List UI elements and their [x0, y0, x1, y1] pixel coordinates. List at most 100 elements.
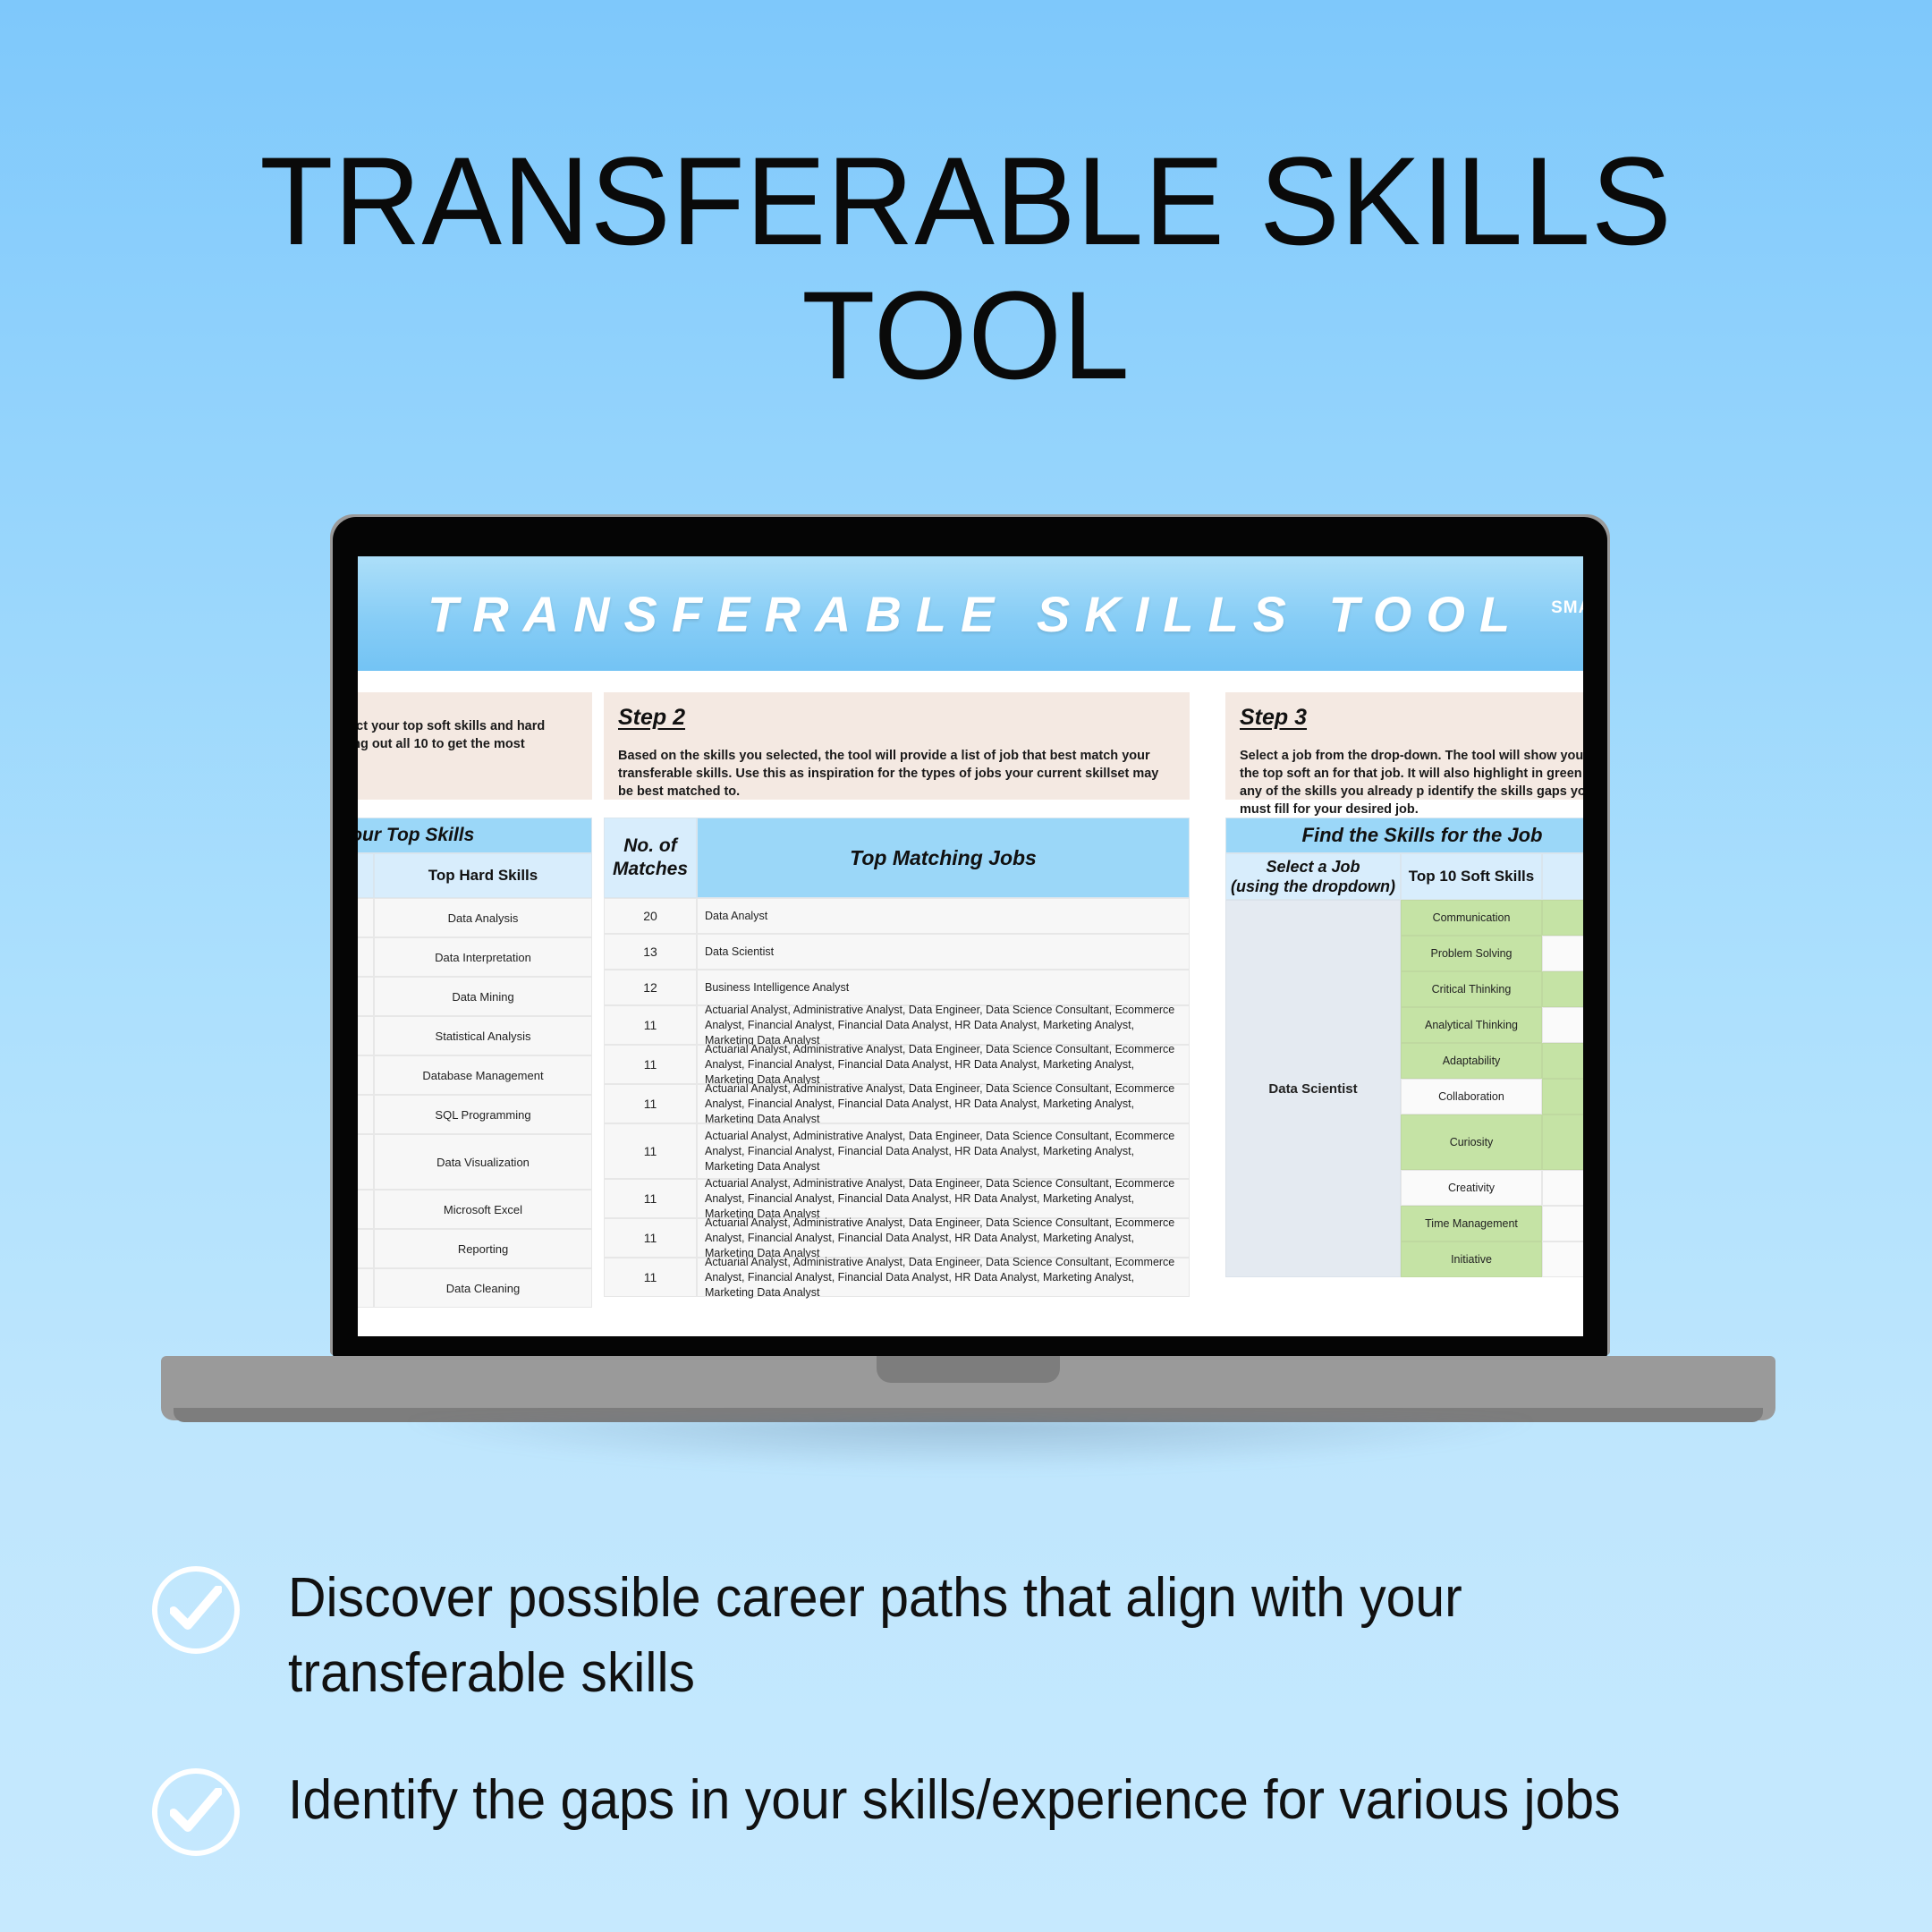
- table-row[interactable]: 11 Actuarial Analyst, Administrative Anal…: [604, 1216, 1190, 1259]
- your-top-skills-band: Your Top Skills: [358, 818, 592, 853]
- table-row[interactable]: Data Analysis: [358, 898, 592, 937]
- hard-skill-cell[interactable]: Reporting: [374, 1229, 592, 1268]
- match-count-cell: 20: [604, 898, 697, 934]
- table-row[interactable]: SQL Programming: [358, 1095, 592, 1134]
- step-2-heading: Step 2: [618, 705, 686, 730]
- feature-bullet: Identify the gaps in your skills/experie…: [152, 1763, 1852, 1856]
- hard-skill-cell[interactable]: Database Management: [374, 1055, 592, 1095]
- soft-skill-cell: Communication: [1401, 900, 1542, 936]
- soft-skill-cell: Analytical Thinking: [1401, 1007, 1542, 1043]
- table-row[interactable]: 11 Actuarial Analyst, Administrative Anal…: [604, 1043, 1190, 1086]
- soft-skill-extra-cell: [1542, 900, 1583, 936]
- row-index-cell: [358, 1190, 374, 1229]
- match-count-cell: 11: [604, 1218, 697, 1258]
- feature-bullet-text: Discover possible career paths that alig…: [288, 1567, 1462, 1704]
- table-row[interactable]: Statistical Analysis: [358, 1016, 592, 1055]
- table-row[interactable]: 11 Actuarial Analyst, Administrative Anal…: [604, 1256, 1190, 1299]
- match-count-cell: 11: [604, 1084, 697, 1123]
- row-index-cell: [358, 937, 374, 977]
- table-row[interactable]: 11 Actuarial Analyst, Administrative Anal…: [604, 1082, 1190, 1125]
- matching-jobs-cell: Actuarial Analyst, Administrative Analys…: [697, 1082, 1190, 1125]
- check-icon: [152, 1566, 240, 1654]
- laptop-shadow: [394, 1419, 1547, 1472]
- spreadsheet-banner: TRANSFERABLE SKILLS TOOL SMART: [358, 556, 1583, 671]
- page-title: TRANSFERABLE SKILLS TOOL: [0, 134, 1932, 402]
- soft-skill-extra-cell: [1542, 971, 1583, 1007]
- soft-skill-extra-cell: [1542, 1079, 1583, 1114]
- hard-skill-cell[interactable]: SQL Programming: [374, 1095, 592, 1134]
- table-row[interactable]: Data Mining: [358, 977, 592, 1016]
- row-index-cell: [358, 898, 374, 937]
- match-count-cell: 12: [604, 970, 697, 1005]
- soft-skill-cell: Collaboration: [1401, 1079, 1542, 1114]
- table-row[interactable]: 20 Data Analyst: [604, 898, 1190, 934]
- step-3-body: Select a job from the drop-down. The too…: [1240, 749, 1583, 817]
- match-count-cell: 11: [604, 1045, 697, 1084]
- find-skills-for-job-table: Find the Skills for the Job Select a Job…: [1225, 818, 1583, 1277]
- laptop-mockup: TRANSFERABLE SKILLS TOOL SMART elect you…: [161, 517, 1775, 1472]
- table-row[interactable]: Microsoft Excel: [358, 1190, 592, 1229]
- matching-jobs-cell: Actuarial Analyst, Administrative Analys…: [697, 1256, 1190, 1299]
- hard-skill-cell[interactable]: Data Analysis: [374, 898, 592, 937]
- find-skills-body: Data Scientist Communication Problem Solv…: [1225, 900, 1583, 1277]
- hard-skill-cell[interactable]: Statistical Analysis: [374, 1016, 592, 1055]
- hard-skill-cell[interactable]: Data Mining: [374, 977, 592, 1016]
- step-3-heading: Step 3: [1240, 705, 1308, 730]
- row-index-cell: [358, 1016, 374, 1055]
- table-row[interactable]: 11 Actuarial Analyst, Administrative Anal…: [604, 1123, 1190, 1179]
- table-row[interactable]: Data Visualization: [358, 1134, 592, 1190]
- top-hard-skills-header: Top Hard Skills: [374, 853, 592, 898]
- soft-skills-extra-column-header: [1542, 853, 1583, 900]
- row-index-cell: [358, 1134, 374, 1190]
- steps-instruction-row: elect your top soft skills and hard illi…: [358, 692, 1583, 817]
- soft-skill-cell: Curiosity: [1401, 1114, 1542, 1170]
- page-title-line-1: TRANSFERABLE SKILLS: [259, 131, 1673, 271]
- hard-skill-cell[interactable]: Data Visualization: [374, 1134, 592, 1190]
- table-row[interactable]: 11 Actuarial Analyst, Administrative Anal…: [604, 1004, 1190, 1046]
- your-top-skills-header-row: Top Hard Skills: [358, 853, 592, 898]
- selected-job-dropdown-value[interactable]: Data Scientist: [1225, 900, 1401, 1277]
- soft-skill-extra-cell: [1542, 1206, 1583, 1241]
- step-1-box: elect your top soft skills and hard illi…: [358, 692, 592, 800]
- hard-skill-cell[interactable]: Data Cleaning: [374, 1268, 592, 1308]
- table-row[interactable]: 11 Actuarial Analyst, Administrative Anal…: [604, 1177, 1190, 1220]
- hard-skill-cell[interactable]: Data Interpretation: [374, 937, 592, 977]
- soft-skill-cell: Creativity: [1401, 1170, 1542, 1206]
- top-hard-skills-rows: Data Analysis Data Interpretation Data Min…: [358, 898, 592, 1308]
- top-matching-jobs-header: Top Matching Jobs: [697, 818, 1190, 898]
- table-row[interactable]: Data Interpretation: [358, 937, 592, 977]
- soft-skills-column: Communication Problem Solving Critical Thi…: [1401, 900, 1542, 1277]
- row-index-cell: [358, 1229, 374, 1268]
- no-of-matches-header-line2: Matches: [612, 859, 689, 879]
- table-row[interactable]: 13 Data Scientist: [604, 934, 1190, 970]
- select-a-job-header-line1: Select a Job: [1266, 858, 1360, 876]
- hard-skill-cell[interactable]: Microsoft Excel: [374, 1190, 592, 1229]
- soft-skill-cell: Adaptability: [1401, 1043, 1542, 1079]
- top-skills-index-header: [358, 853, 374, 898]
- matching-jobs-cell: Actuarial Analyst, Administrative Analys…: [697, 1004, 1190, 1046]
- soft-skill-extra-cell: [1542, 1170, 1583, 1206]
- top-matching-jobs-table: No. of Matches Top Matching Jobs 20 Data …: [604, 818, 1190, 1299]
- matching-jobs-cell: Business Intelligence Analyst: [697, 970, 1190, 1005]
- row-index-cell: [358, 1268, 374, 1308]
- table-row[interactable]: 12 Business Intelligence Analyst: [604, 970, 1190, 1005]
- row-index-cell: [358, 1095, 374, 1134]
- match-count-cell: 11: [604, 1179, 697, 1218]
- row-index-cell: [358, 1055, 374, 1095]
- row-index-cell: [358, 977, 374, 1016]
- table-row[interactable]: Reporting: [358, 1229, 592, 1268]
- selected-job-column[interactable]: Data Scientist: [1225, 900, 1401, 1277]
- soft-skill-cell: Critical Thinking: [1401, 971, 1542, 1007]
- matching-jobs-cell: Actuarial Analyst, Administrative Analys…: [697, 1043, 1190, 1086]
- soft-skills-extra-column: [1542, 900, 1583, 1277]
- table-row[interactable]: Data Cleaning: [358, 1268, 592, 1308]
- match-count-cell: 11: [604, 1005, 697, 1045]
- step-2-body: Based on the skills you selected, the to…: [618, 749, 1159, 799]
- matching-jobs-header-row: No. of Matches Top Matching Jobs: [604, 818, 1190, 898]
- table-row[interactable]: Database Management: [358, 1055, 592, 1095]
- soft-skill-extra-cell: [1542, 1241, 1583, 1277]
- feature-bullet-text: Identify the gaps in your skills/experie…: [288, 1769, 1621, 1831]
- matching-jobs-cell: Actuarial Analyst, Administrative Analys…: [697, 1177, 1190, 1220]
- matching-jobs-rows: 20 Data Analyst 13 Data Scientist 12 Business…: [604, 898, 1190, 1299]
- step-1-body: elect your top soft skills and hard illi…: [358, 719, 546, 751]
